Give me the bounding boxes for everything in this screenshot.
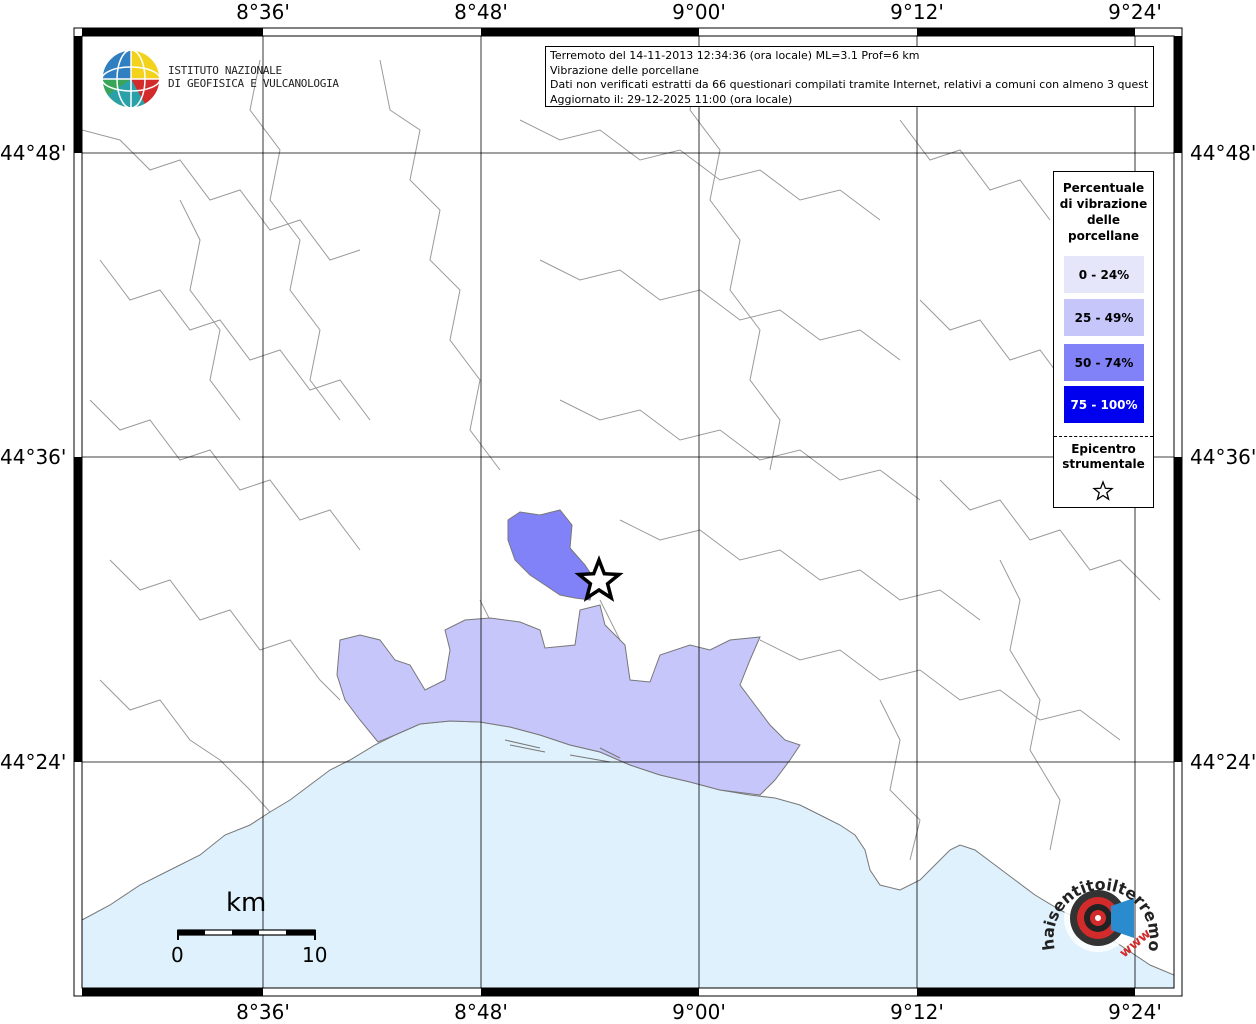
- scale-start-label: 0: [171, 943, 184, 967]
- lon-label-top-5: 9°24': [1108, 0, 1162, 24]
- legend-class-label: 0 - 24%: [1078, 267, 1130, 282]
- logo-line-1: ISTITUTO NAZIONALE: [168, 64, 282, 77]
- legend-class-label: 25 - 49%: [1074, 310, 1134, 325]
- event-title: Terremoto del 14-11-2013 12:34:36 (ora l…: [550, 49, 920, 62]
- ingv-logo: ISTITUTO NAZIONALE DI GEOFISICA E VULCAN…: [100, 48, 339, 110]
- lat-label-right-2: 44°36': [1190, 445, 1256, 469]
- legend-title-line-3: delle: [1086, 213, 1121, 227]
- lon-label-bottom-5: 9°24': [1108, 1000, 1162, 1024]
- legend-class-0-24: 0 - 24%: [1064, 256, 1144, 293]
- lon-label-top-4: 9°12': [890, 0, 944, 24]
- legend-epicenter-label: Epicentro strumentale: [1054, 442, 1153, 472]
- update-time: Aggiornato il: 29-12-2025 11:00 (ora loc…: [550, 92, 793, 106]
- lon-label-top-3: 9°00': [672, 0, 726, 24]
- map-subject: Vibrazione delle porcellane: [550, 63, 699, 77]
- star-icon: [1092, 480, 1114, 501]
- legend: Percentuale di vibrazione delle porcella…: [1053, 171, 1154, 508]
- data-note: Dati non verificati estratti da 66 quest…: [550, 78, 1149, 92]
- scale-unit: km: [226, 888, 267, 918]
- legend-class-label: 75 - 100%: [1070, 397, 1138, 412]
- lat-label-left-1: 44°48': [0, 141, 67, 165]
- legend-epicenter-line-1: Epicentro: [1071, 442, 1136, 456]
- scale-end-label: 10: [302, 943, 328, 967]
- legend-class-75-100: 75 - 100%: [1064, 386, 1144, 423]
- legend-epicenter-line-2: strumentale: [1062, 457, 1145, 471]
- map-root: 8°36' 8°48' 9°00' 9°12' 9°24' 8°36' 8°48…: [0, 0, 1256, 1024]
- lon-label-bottom-3: 9°00': [672, 1000, 726, 1024]
- haisentito-logo: haisentitoilterremoto.it www: [1036, 858, 1165, 961]
- globe-icon: [101, 49, 161, 109]
- lon-label-bottom-4: 9°12': [890, 1000, 944, 1024]
- legend-title-line-2: di vibrazione: [1059, 197, 1148, 211]
- legend-class-label: 50 - 74%: [1074, 355, 1134, 370]
- lon-label-top-2: 8°48': [454, 0, 508, 24]
- lon-label-bottom-1: 8°36': [236, 1000, 290, 1024]
- logo-text: ISTITUTO NAZIONALE DI GEOFISICA E VULCAN…: [168, 64, 339, 90]
- scale-bar: km 0 10: [170, 886, 330, 976]
- event-info-box: Terremoto del 14-11-2013 12:34:36 (ora l…: [545, 46, 1154, 107]
- lon-label-bottom-2: 8°48': [454, 1000, 508, 1024]
- legend-title: Percentuale di vibrazione delle porcella…: [1054, 180, 1153, 244]
- legend-class-50-74: 50 - 74%: [1064, 344, 1144, 381]
- lat-label-left-3: 44°24': [0, 750, 67, 774]
- lat-label-left-2: 44°36': [0, 445, 67, 469]
- legend-title-line-1: Percentuale: [1062, 181, 1145, 195]
- lon-label-top-1: 8°36': [236, 0, 290, 24]
- lat-label-right-3: 44°24': [1190, 750, 1256, 774]
- lat-label-right-1: 44°48': [1190, 141, 1256, 165]
- legend-title-line-4: porcellane: [1067, 229, 1139, 243]
- legend-class-25-49: 25 - 49%: [1064, 299, 1144, 336]
- legend-separator: [1054, 436, 1153, 437]
- logo-line-2: DI GEOFISICA E VULCANOLOGIA: [168, 77, 339, 90]
